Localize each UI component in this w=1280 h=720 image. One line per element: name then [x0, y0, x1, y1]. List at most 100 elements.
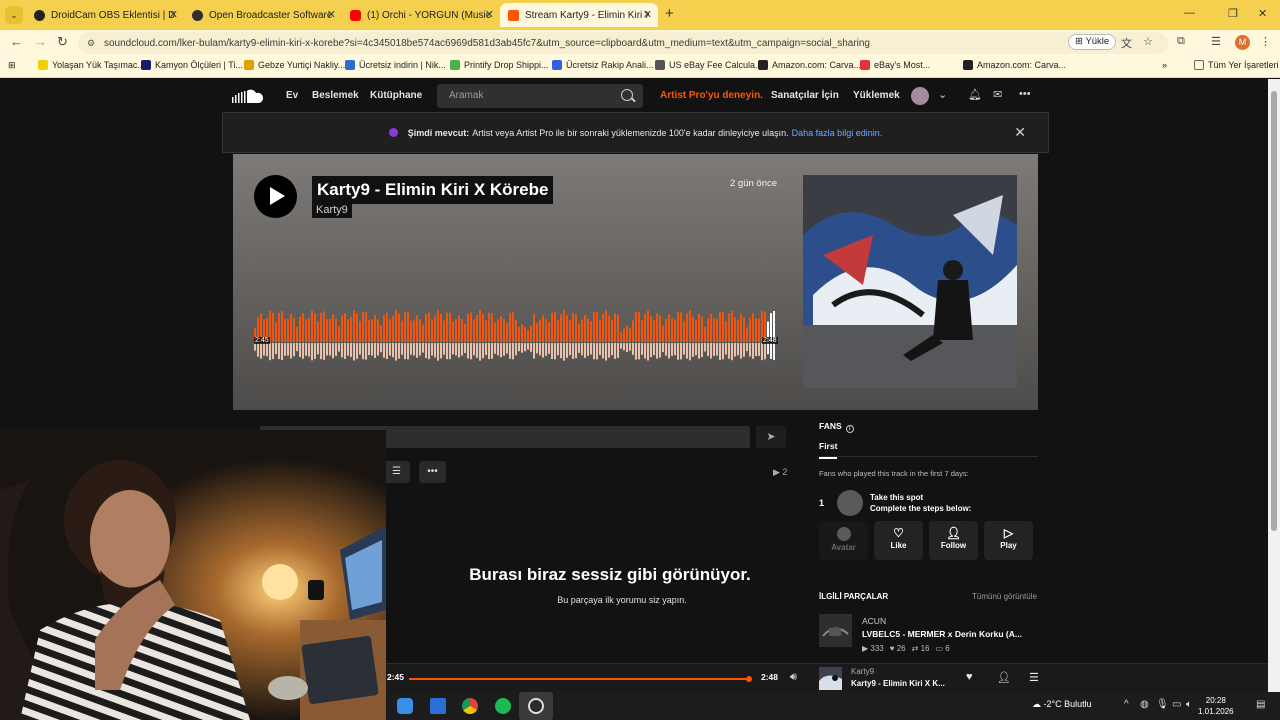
- play-button[interactable]: [254, 175, 297, 218]
- close-window-icon[interactable]: ✕: [1258, 7, 1267, 20]
- bookmark-item[interactable]: Yolaşan Yük Taşımac...: [38, 60, 145, 70]
- related-track-title[interactable]: LVBELC5 - MERMER x Derin Korku (A...: [862, 629, 1022, 639]
- info-icon[interactable]: i: [845, 425, 854, 433]
- nav-feed-link[interactable]: Beslemek: [312, 90, 359, 101]
- try-artist-pro-link[interactable]: Artist Pro'yu deneyin.: [660, 90, 763, 101]
- taskbar-clock[interactable]: 20:28 1.01.2026: [1198, 695, 1234, 717]
- queue-icon[interactable]: ☰: [1029, 671, 1039, 684]
- bookmark-item[interactable]: Kamyon Ölçüleri | Ti...: [141, 60, 243, 70]
- site-info-icon[interactable]: ⚙: [87, 38, 95, 49]
- back-icon[interactable]: ←: [10, 34, 23, 49]
- spotify-icon[interactable]: [495, 698, 511, 714]
- more-options-icon[interactable]: •••: [1019, 88, 1031, 100]
- volume-icon[interactable]: 🔊︎: [790, 671, 797, 684]
- tray-chevron-icon[interactable]: ^: [1124, 699, 1129, 710]
- browser-tab[interactable]: (1) Orchi - YORGUN (Music Vid ✕: [342, 3, 500, 27]
- bookmark-item[interactable]: Printify Drop Shippi...: [450, 60, 549, 70]
- bookmark-item[interactable]: Ücretsiz Rakip Anali...: [552, 60, 654, 70]
- waveform-bar: [698, 313, 700, 342]
- play-icon: ▷: [1003, 526, 1014, 540]
- search-icon[interactable]: [621, 89, 633, 101]
- waveform-bar: [569, 320, 571, 342]
- browser-tab[interactable]: Open Broadcaster Software | OBS ✕: [184, 3, 342, 27]
- nav-home-link[interactable]: Ev: [286, 90, 298, 101]
- maximize-icon[interactable]: ❐: [1228, 7, 1238, 20]
- browser-tab-active[interactable]: Stream Karty9 - Elimin Kiri X Kö ✕: [500, 3, 658, 27]
- add-to-queue-button[interactable]: ☰: [383, 461, 410, 483]
- close-tab-icon[interactable]: ✕: [169, 8, 178, 21]
- minimize-icon[interactable]: —: [1184, 7, 1195, 19]
- related-track-artwork[interactable]: [819, 614, 852, 647]
- workspace-app-icon[interactable]: [430, 698, 446, 714]
- upload-link[interactable]: Yüklemek: [853, 90, 900, 101]
- notifications-bell-icon[interactable]: 🔔︎: [968, 88, 982, 101]
- see-all-link[interactable]: Tümünü görüntüle: [972, 592, 1037, 601]
- search-input[interactable]: Aramak: [437, 84, 643, 108]
- waveform-reflection-bar: [521, 343, 523, 353]
- file-explorer-icon[interactable]: [397, 698, 413, 714]
- bookmark-item[interactable]: Gebze Yurtiçi Nakliy...: [244, 60, 345, 70]
- all-bookmarks-folder[interactable]: Tüm Yer İşaretleri: [1194, 60, 1279, 70]
- install-app-button[interactable]: ⊞ Yükle: [1068, 34, 1117, 50]
- step-follow-button[interactable]: 👤︎ Follow: [929, 521, 978, 560]
- waveform-reflection-bar: [392, 343, 394, 358]
- for-artists-link[interactable]: Sanatçılar İçin: [771, 90, 839, 101]
- apps-icon[interactable]: ⊞: [8, 60, 16, 71]
- close-icon[interactable]: ✕: [1014, 124, 1026, 141]
- bookmark-star-icon[interactable]: ☆: [1143, 35, 1153, 48]
- speaker-icon[interactable]: 🔈︎: [1186, 699, 1192, 710]
- browser-tab[interactable]: DroidCam OBS Eklentisi | Dev4 ✕: [26, 3, 184, 27]
- step-like-button[interactable]: ♡ Like: [874, 521, 923, 560]
- page-scrollbar[interactable]: [1268, 79, 1280, 692]
- follow-user-icon[interactable]: 👤︎: [997, 671, 1011, 684]
- waveform-reflection-bar: [701, 343, 703, 358]
- waveform-reflection-bar: [419, 343, 421, 356]
- like-heart-icon[interactable]: ♥: [966, 671, 973, 683]
- notifications-icon[interactable]: ▤: [1256, 699, 1265, 710]
- weather-widget[interactable]: ☁ -2°C Bulutlu: [1032, 699, 1092, 710]
- browser-menu-icon[interactable]: ⋮: [1260, 35, 1271, 48]
- scrollbar-thumb[interactable]: [1271, 91, 1277, 531]
- close-tab-icon[interactable]: ✕: [327, 8, 336, 21]
- player-artwork[interactable]: [819, 667, 842, 690]
- reading-list-icon[interactable]: ☰: [1211, 35, 1221, 48]
- extensions-icon[interactable]: ⧉: [1177, 35, 1185, 48]
- track-artist-link[interactable]: Karty9: [312, 202, 352, 218]
- soundcloud-logo-icon[interactable]: [232, 88, 264, 104]
- profile-avatar[interactable]: M: [1235, 35, 1250, 50]
- new-tab-button[interactable]: +: [665, 5, 674, 22]
- forward-icon[interactable]: →: [34, 34, 47, 49]
- bookmark-item[interactable]: US eBay Fee Calcula...: [655, 60, 763, 70]
- bookmark-item[interactable]: Amazon.com: Carva...: [963, 60, 1066, 70]
- send-comment-icon[interactable]: ➤: [756, 426, 786, 448]
- microphone-icon[interactable]: 🎙︎: [1156, 699, 1169, 710]
- address-bar[interactable]: ⚙ soundcloud.com/lker-bulam/karty9-elimi…: [78, 32, 1168, 54]
- progress-handle[interactable]: [746, 676, 752, 682]
- bookmark-item[interactable]: Amazon.com: Carva...: [758, 60, 861, 70]
- more-actions-button[interactable]: •••: [419, 461, 446, 483]
- translate-icon[interactable]: 文: [1121, 35, 1132, 51]
- waveform[interactable]: [254, 300, 776, 370]
- close-tab-icon[interactable]: ✕: [643, 8, 652, 21]
- player-title[interactable]: Karty9 - Elimin Kiri X K...: [851, 679, 945, 688]
- chrome-icon[interactable]: [462, 698, 478, 714]
- nav-library-link[interactable]: Kütüphane: [370, 90, 422, 101]
- progress-bar[interactable]: [409, 678, 749, 680]
- related-track-artist[interactable]: ACUN: [862, 616, 886, 626]
- step-play-button[interactable]: ▷ Play: [984, 521, 1033, 560]
- close-tab-icon[interactable]: ✕: [485, 8, 494, 21]
- waveform-bar: [617, 314, 619, 342]
- obs-icon[interactable]: [528, 698, 544, 714]
- network-icon[interactable]: ▭: [1172, 699, 1181, 710]
- player-artist[interactable]: Karty9: [851, 667, 874, 676]
- messages-icon[interactable]: ✉: [993, 88, 1002, 101]
- tab-search-button[interactable]: ⌄: [5, 6, 23, 24]
- user-avatar[interactable]: [911, 87, 929, 105]
- reload-icon[interactable]: ↻: [57, 34, 68, 50]
- tray-app-icon[interactable]: ◍: [1140, 699, 1149, 710]
- bookmark-item[interactable]: Ücretsiz indirin | Nik...: [345, 60, 446, 70]
- chevron-down-icon[interactable]: ⌄: [938, 88, 947, 101]
- learn-more-link[interactable]: Daha fazla bilgi edinin.: [792, 128, 883, 138]
- more-bookmarks-icon[interactable]: »: [1162, 60, 1167, 70]
- bookmark-item[interactable]: eBay's Most...: [860, 60, 930, 70]
